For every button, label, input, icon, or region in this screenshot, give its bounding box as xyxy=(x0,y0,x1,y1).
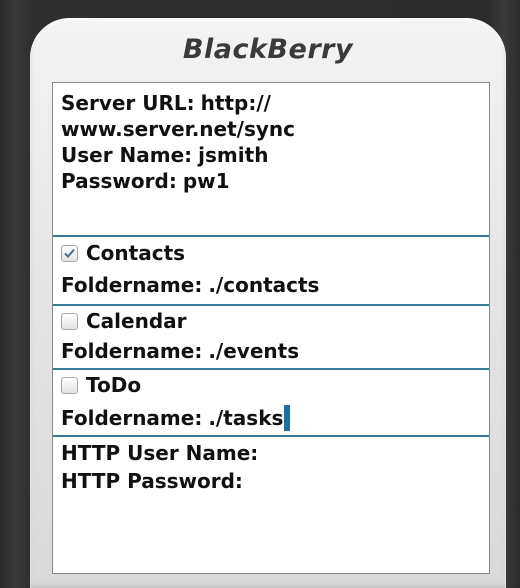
server-url-field[interactable]: Server URL: http:// xyxy=(61,91,271,117)
username-field[interactable]: User Name: jsmith xyxy=(61,143,268,169)
section-divider xyxy=(53,368,489,370)
calendar-folder-value: ./events xyxy=(208,339,300,363)
todo-folder-field[interactable]: Foldername: ./tasks xyxy=(61,405,291,431)
password-value: pw1 xyxy=(182,169,230,193)
contacts-checkbox-row[interactable]: Contacts xyxy=(61,241,185,267)
calendar-checkbox[interactable] xyxy=(61,313,78,330)
contacts-label: Contacts xyxy=(86,241,186,265)
calendar-folder-label: Foldername: xyxy=(61,339,203,363)
http-username-field[interactable]: HTTP User Name: xyxy=(61,441,264,467)
password-field[interactable]: Password: pw1 xyxy=(61,169,230,195)
contacts-folder-field[interactable]: Foldername: ./contacts xyxy=(61,273,319,299)
server-url-value-line2: www.server.net/sync xyxy=(61,117,295,141)
text-cursor xyxy=(284,405,291,431)
brand-logo: BlackBerry xyxy=(182,34,354,65)
contacts-folder-label: Foldername: xyxy=(61,273,203,297)
calendar-label: Calendar xyxy=(86,309,187,333)
todo-label: ToDo xyxy=(86,373,142,397)
section-divider xyxy=(53,235,489,237)
todo-checkbox-row[interactable]: ToDo xyxy=(61,373,141,399)
password-label: Password: xyxy=(61,169,177,193)
contacts-checkbox[interactable] xyxy=(61,245,78,262)
calendar-checkbox-row[interactable]: Calendar xyxy=(61,309,187,335)
contacts-folder-value: ./contacts xyxy=(208,273,320,297)
server-url-label: Server URL: xyxy=(61,91,195,115)
calendar-folder-field[interactable]: Foldername: ./events xyxy=(61,339,299,365)
username-label: User Name: xyxy=(61,143,193,167)
section-divider xyxy=(53,304,489,306)
http-password-field[interactable]: HTTP Password: xyxy=(61,469,249,495)
server-url-field-continued[interactable]: www.server.net/sync xyxy=(61,117,295,143)
username-value: jsmith xyxy=(198,143,269,167)
section-divider xyxy=(53,435,489,437)
http-username-label: HTTP User Name: xyxy=(61,441,259,465)
http-password-label: HTTP Password: xyxy=(61,469,243,493)
todo-folder-value: ./tasks xyxy=(208,406,284,430)
todo-folder-label: Foldername: xyxy=(61,406,203,430)
checkmark-icon xyxy=(64,248,75,258)
todo-checkbox[interactable] xyxy=(61,377,78,394)
sync-settings-screen: Server URL: http:// www.server.net/sync U… xyxy=(52,82,490,574)
device-shell: BlackBerry Server URL: http:// www.server… xyxy=(0,0,520,588)
server-url-value-line1: http:// xyxy=(200,91,271,115)
